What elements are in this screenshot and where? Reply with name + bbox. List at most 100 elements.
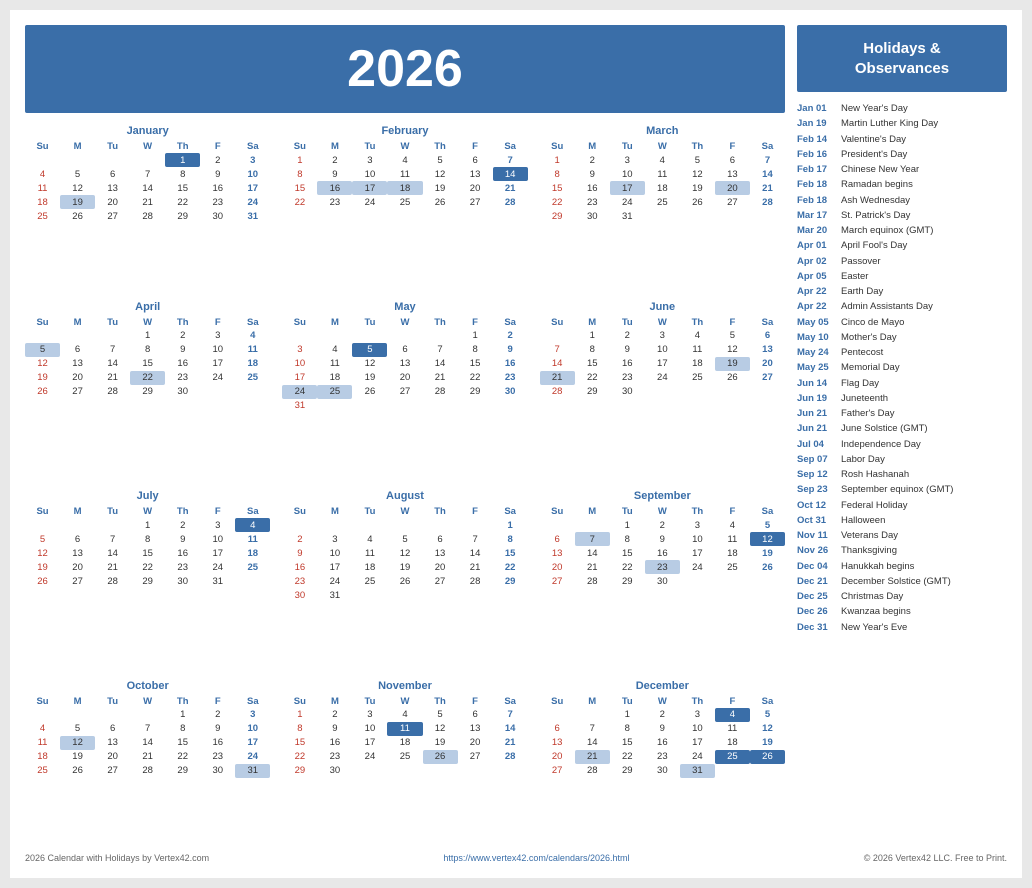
- day-header: W: [130, 695, 165, 708]
- holiday-row: Jun 21June Solstice (GMT): [797, 422, 1007, 436]
- calendar-day: 1: [130, 329, 165, 343]
- holiday-name: Pentecost: [841, 346, 883, 360]
- months-grid: JanuarySuMTuWThFSa1234567891011121314151…: [25, 125, 785, 843]
- holiday-row: Dec 26Kwanzaa begins: [797, 605, 1007, 619]
- calendar-day: 20: [540, 560, 575, 574]
- calendar-day: 17: [282, 371, 317, 385]
- calendar-day: 5: [387, 532, 422, 546]
- calendar-day: 1: [575, 329, 610, 343]
- calendar-day: [680, 209, 715, 223]
- calendar-day: 17: [645, 357, 680, 371]
- day-header: F: [458, 695, 493, 708]
- month-table: SuMTuWThFSa12345678910111213141516171819…: [540, 695, 785, 778]
- calendar-day: [317, 399, 352, 413]
- calendar-day: 18: [25, 195, 60, 209]
- calendar-day: 9: [493, 343, 528, 357]
- day-header: M: [60, 140, 95, 153]
- calendar-day: 28: [423, 385, 458, 399]
- calendar-day: [423, 329, 458, 343]
- calendar-day: [352, 329, 387, 343]
- calendar-day: 3: [200, 329, 235, 343]
- calendar-day: [95, 329, 130, 343]
- holiday-row: Oct 12Federal Holiday: [797, 499, 1007, 513]
- day-header: Th: [165, 140, 200, 153]
- calendar-day: 15: [540, 181, 575, 195]
- calendar-day: 5: [750, 708, 785, 722]
- calendar-day: 26: [750, 750, 785, 764]
- calendar-day: 2: [282, 532, 317, 546]
- calendar-day: 12: [750, 722, 785, 736]
- day-header: F: [458, 140, 493, 153]
- day-header: Th: [680, 316, 715, 329]
- holiday-date: May 10: [797, 331, 835, 345]
- calendar-day: 2: [645, 708, 680, 722]
- calendar-day: 11: [317, 357, 352, 371]
- calendar-day: 27: [750, 371, 785, 385]
- calendar-day: [458, 518, 493, 532]
- calendar-day: 21: [493, 736, 528, 750]
- calendar-day: 3: [352, 708, 387, 722]
- calendar-day: 25: [387, 750, 422, 764]
- calendar-day: 22: [458, 371, 493, 385]
- day-header: Sa: [750, 695, 785, 708]
- calendar-day: 21: [458, 560, 493, 574]
- calendar-day: 4: [387, 708, 422, 722]
- month-block: JulySuMTuWThFSa1234567891011121314151617…: [25, 490, 270, 668]
- month-title: December: [540, 680, 785, 692]
- calendar-day: 8: [130, 532, 165, 546]
- calendar-day: 19: [352, 371, 387, 385]
- holiday-row: Feb 18Ash Wednesday: [797, 194, 1007, 208]
- calendar-day: 1: [165, 153, 200, 167]
- holiday-date: Apr 02: [797, 255, 835, 269]
- holiday-name: Father's Day: [841, 407, 895, 421]
- holiday-row: Nov 11Veterans Day: [797, 529, 1007, 543]
- calendar-day: 8: [540, 167, 575, 181]
- day-header: F: [200, 316, 235, 329]
- calendar-day: 11: [715, 722, 750, 736]
- calendar-day: 1: [130, 518, 165, 532]
- holiday-name: April Fool's Day: [841, 239, 907, 253]
- month-block: MarchSuMTuWThFSa123456789101112131415161…: [540, 125, 785, 289]
- calendar-day: 20: [458, 736, 493, 750]
- calendar-day: 13: [95, 181, 130, 195]
- calendar-day: [680, 574, 715, 588]
- day-header: W: [387, 695, 422, 708]
- holiday-date: Sep 23: [797, 483, 835, 497]
- calendar-day: 19: [387, 560, 422, 574]
- calendar-day: [282, 329, 317, 343]
- day-header: Su: [540, 316, 575, 329]
- calendar-day: 26: [25, 385, 60, 399]
- calendar-day: 10: [317, 546, 352, 560]
- holiday-date: Sep 07: [797, 453, 835, 467]
- holiday-name: Valentine's Day: [841, 133, 906, 147]
- calendar-day: 11: [235, 343, 270, 357]
- calendar-day: [680, 385, 715, 399]
- calendar-day: 6: [387, 343, 422, 357]
- calendar-day: [645, 209, 680, 223]
- holiday-row: Oct 31Halloween: [797, 514, 1007, 528]
- calendar-day: 28: [750, 195, 785, 209]
- holiday-row: Sep 23September equinox (GMT): [797, 483, 1007, 497]
- calendar-day: [25, 518, 60, 532]
- holiday-row: Apr 01April Fool's Day: [797, 239, 1007, 253]
- calendar-day: 8: [610, 532, 645, 546]
- calendar-day: 28: [130, 764, 165, 778]
- calendar-day: 21: [575, 560, 610, 574]
- calendar-day: 11: [352, 546, 387, 560]
- calendar-day: 18: [25, 750, 60, 764]
- calendar-day: 6: [750, 329, 785, 343]
- calendar-day: 22: [610, 560, 645, 574]
- calendar-day: 2: [493, 329, 528, 343]
- calendar-day: 11: [387, 722, 422, 736]
- calendar-day: 22: [610, 750, 645, 764]
- calendar-day: 24: [235, 750, 270, 764]
- calendar-day: 1: [165, 708, 200, 722]
- calendar-day: 20: [60, 371, 95, 385]
- calendar-day: 21: [540, 371, 575, 385]
- calendar-day: 13: [423, 546, 458, 560]
- calendar-day: [575, 708, 610, 722]
- calendar-day: 12: [60, 736, 95, 750]
- calendar-day: [60, 153, 95, 167]
- holiday-date: Apr 22: [797, 300, 835, 314]
- calendar-day: 18: [387, 181, 422, 195]
